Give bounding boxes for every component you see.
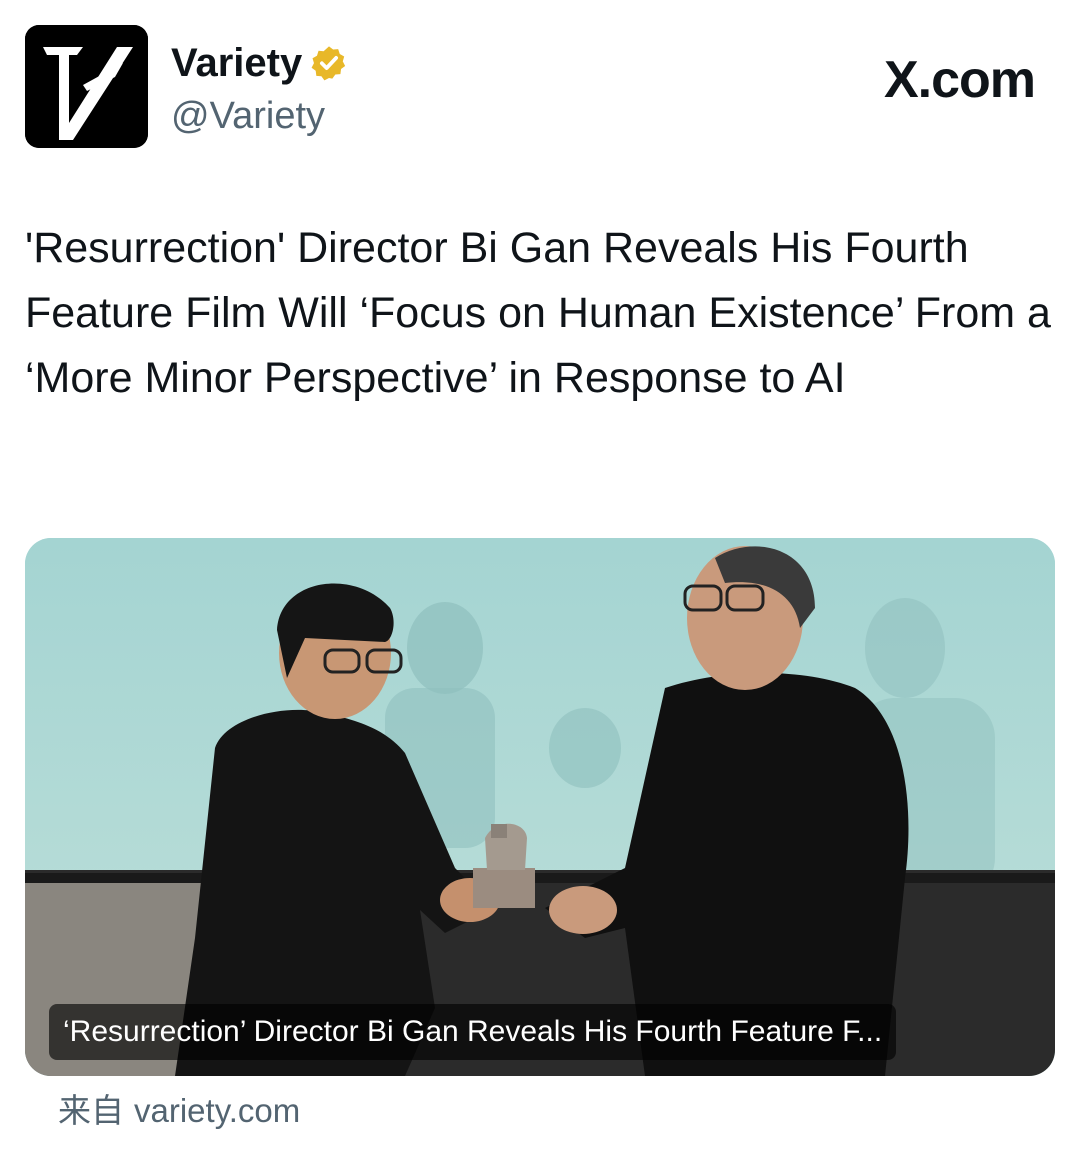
name-row: Variety: [171, 35, 348, 91]
verified-badge-icon: [311, 46, 346, 81]
source-domain[interactable]: variety.com: [134, 1092, 300, 1129]
source-prefix: 来自: [58, 1092, 124, 1129]
award-ceremony-photo: [25, 538, 1055, 1076]
variety-v-logo-icon: [25, 25, 148, 148]
user-handle[interactable]: @Variety: [171, 91, 348, 141]
link-source[interactable]: 来自 variety.com: [58, 1088, 300, 1134]
tweet-header: Variety @Variety X.com: [25, 25, 1055, 149]
tweet-text: 'Resurrection' Director Bi Gan Reveals H…: [25, 224, 1051, 402]
site-brand: X.com: [883, 51, 1036, 109]
user-info: Variety @Variety: [171, 35, 348, 141]
link-card-title[interactable]: ‘Resurrection’ Director Bi Gan Reveals H…: [49, 1004, 897, 1060]
link-card[interactable]: ‘Resurrection’ Director Bi Gan Reveals H…: [25, 538, 1055, 1076]
avatar[interactable]: [25, 25, 148, 148]
display-name[interactable]: Variety: [171, 35, 302, 91]
